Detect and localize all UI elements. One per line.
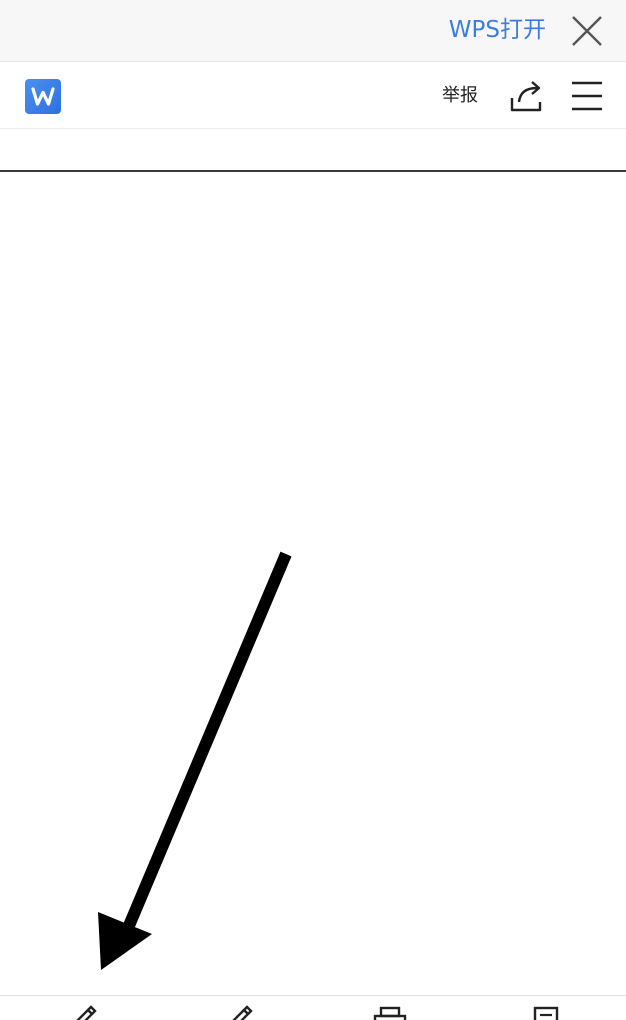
report-button[interactable]: 举报: [442, 82, 478, 110]
document-top-border: [0, 170, 626, 172]
open-in-app-banner: WPS打开: [0, 0, 626, 62]
wps-document-viewer: WPS打开 举报: [0, 0, 626, 1020]
bottom-toolbar: [0, 995, 626, 1020]
document-icon[interactable]: [526, 1004, 566, 1020]
wps-writer-logo-icon: [25, 79, 61, 114]
annotation-arrow: [98, 551, 292, 970]
viewer-header: 举报: [0, 62, 626, 129]
close-icon[interactable]: [568, 12, 606, 50]
share-icon[interactable]: [507, 76, 547, 116]
open-in-wps-button[interactable]: WPS打开: [449, 14, 546, 46]
printer-icon[interactable]: [370, 1004, 410, 1020]
pen-icon[interactable]: [64, 1004, 104, 1020]
pen-icon[interactable]: [220, 1004, 260, 1020]
hamburger-menu-icon[interactable]: [568, 76, 606, 116]
